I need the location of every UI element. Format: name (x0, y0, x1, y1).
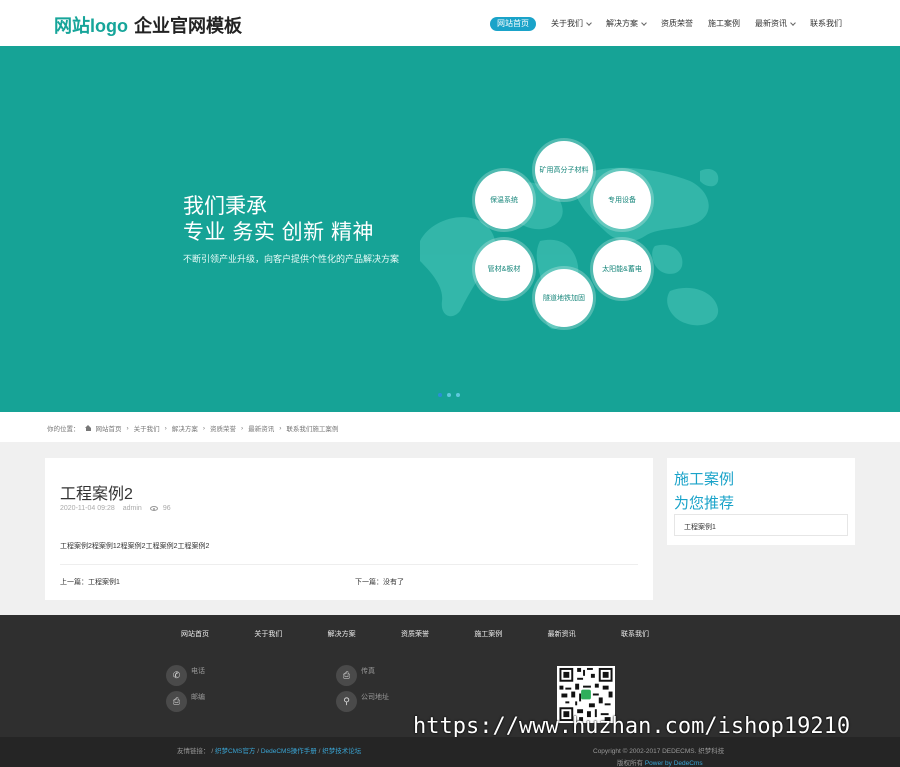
nav-item-cases[interactable]: 施工案例 (708, 17, 740, 31)
circle-pipe-board: 管材&板材 (475, 240, 533, 298)
nav-item-home[interactable]: 网站首页 (490, 17, 536, 31)
article-title: 工程案例2 (60, 486, 133, 503)
chevron-down-icon (586, 19, 592, 26)
mail-icon: ⎙ (166, 691, 187, 712)
article-body: 工程案例2程案例12程案例2工程案例2工程案例2 (60, 543, 210, 550)
footer-nav-solutions[interactable]: 解决方案 (317, 629, 367, 639)
article-views: 96 (162, 505, 171, 512)
banner-slogan-line2: 专业 务实 创新 精神 (183, 221, 375, 244)
chevron-down-icon (790, 19, 796, 26)
phone-icon: ✆ (166, 665, 187, 686)
brand-name: 企业官网模板 (134, 16, 242, 36)
nav-item-contact[interactable]: 联系我们 (810, 17, 842, 31)
site-footer: 网站首页 关于我们 解决方案 资质荣誉 施工案例 最新资讯 联系我们 ✆ 电话 … (0, 615, 900, 739)
slider-dot[interactable] (438, 393, 442, 397)
watermark-url: https://www.huzhan.com/ishop19210 (413, 714, 851, 739)
slider-dot[interactable] (447, 393, 451, 397)
footer-nav: 网站首页 关于我们 解决方案 资质荣誉 施工案例 最新资讯 联系我们 (170, 629, 660, 639)
breadcrumb-item-honors[interactable]: 资质荣誉 (210, 423, 236, 433)
circle-solar-battery: 太阳能&蓄电 (593, 240, 651, 298)
footer-nav-cases[interactable]: 施工案例 (463, 629, 513, 639)
breadcrumb-bar: 你的位置： 网站首页 › 关于我们 › 解决方案 › 资质荣誉 › 最新资讯 › 联系我们… (0, 412, 900, 442)
footer-nav-honors[interactable]: 资质荣誉 (390, 629, 440, 639)
breadcrumb-item-home[interactable]: 网站首页 (96, 423, 122, 433)
contact-phone: ✆ 电话 (166, 665, 205, 686)
article-meta: 2020-11-04 09:28 admin 96 (60, 505, 179, 512)
home-icon (84, 425, 92, 431)
nav-item-solutions[interactable]: 解决方案 (606, 17, 647, 31)
powered-by-link[interactable]: Power by DedeCms (645, 760, 703, 767)
friend-links: 友情链接： / 织梦CMS官方 / DedeCMS操作手册 / 织梦技术论坛 (177, 748, 362, 755)
breadcrumb-item-about[interactable]: 关于我们 (134, 423, 160, 433)
breadcrumb-prefix: 你的位置： (47, 426, 80, 433)
banner-subtitle: 不断引领产业升级，向客户提供个性化的产品解决方案 (183, 254, 400, 264)
article-date: 2020-11-04 09:28 (60, 505, 115, 512)
nav-item-honors[interactable]: 资质荣誉 (661, 17, 693, 31)
friend-links-label: 友情链接： (177, 748, 210, 755)
bottom-bar: 友情链接： / 织梦CMS官方 / DedeCMS操作手册 / 织梦技术论坛 C… (0, 737, 900, 767)
nav-item-news[interactable]: 最新资讯 (755, 17, 796, 31)
contact-postcode: ⎙ 邮编 (166, 691, 205, 712)
copyright: Copyright © 2002-2017 DEDECMS. 织梦科技 (593, 748, 725, 755)
circle-insulation-system: 保温系统 (475, 171, 533, 229)
nav-item-about[interactable]: 关于我们 (551, 17, 592, 31)
slider-dots (438, 393, 465, 397)
location-icon: ⚲ (336, 691, 357, 712)
sidebar-panel: 施工案例 为您推荐 工程案例1 (667, 458, 855, 545)
friend-link[interactable]: 织梦技术论坛 (322, 748, 361, 755)
sidebar-title-recommend: 为您推荐 (674, 495, 735, 512)
divider (60, 564, 638, 565)
footer-nav-news[interactable]: 最新资讯 (537, 629, 587, 639)
circle-mining-material: 矿用高分子材料 (535, 141, 593, 199)
breadcrumb-item-news[interactable]: 最新资讯 (248, 423, 274, 433)
rights-line: 版权所有 Power by DedeCms (617, 760, 703, 767)
circle-special-equipment: 专用设备 (593, 171, 651, 229)
footer-nav-about[interactable]: 关于我们 (243, 629, 293, 639)
next-article-link[interactable]: 下一篇：没有了 (355, 577, 404, 587)
eye-icon (149, 506, 158, 511)
sidebar-title-cases: 施工案例 (674, 471, 735, 488)
friend-link[interactable]: DedeCMS操作手册 (261, 748, 317, 755)
site-logo[interactable]: 网站logo 企业官网模板 (54, 12, 242, 38)
circle-tunnel-reinforce: 隧道地铁加固 (535, 269, 593, 327)
logo-text: 网站logo (54, 16, 128, 36)
contact-fax: ⎙ 传真 (336, 665, 375, 686)
sidebar-item[interactable]: 工程案例1 (674, 514, 848, 536)
breadcrumb-item-cases[interactable]: 联系我们施工案例 (286, 423, 338, 433)
chevron-down-icon (641, 19, 647, 26)
fax-icon: ⎙ (336, 665, 357, 686)
footer-nav-home[interactable]: 网站首页 (170, 629, 220, 639)
contact-address: ⚲ 公司地址 (336, 691, 389, 712)
breadcrumb-item-solutions[interactable]: 解决方案 (172, 423, 198, 433)
main-nav: 网站首页 关于我们 解决方案 资质荣誉 施工案例 最新资讯 联系我们 (490, 17, 842, 31)
footer-nav-contact[interactable]: 联系我们 (610, 629, 660, 639)
site-header: 网站logo 企业官网模板 网站首页 关于我们 解决方案 资质荣誉 施工案例 最新… (0, 0, 900, 46)
hero-banner: 我们秉承 专业 务实 创新 精神 不断引领产业升级，向客户提供个性化的产品解决方… (0, 46, 900, 412)
slider-dot[interactable] (456, 393, 460, 397)
article-panel: 工程案例2 2020-11-04 09:28 admin 96 工程案例2程案例… (45, 458, 653, 600)
friend-link[interactable]: 织梦CMS官方 (215, 748, 255, 755)
article-author: admin (122, 505, 142, 512)
breadcrumb: 你的位置： 网站首页 › 关于我们 › 解决方案 › 资质荣誉 › 最新资讯 › 联系我们… (47, 423, 339, 434)
prev-article-link[interactable]: 上一篇：工程案例1 (60, 577, 120, 587)
